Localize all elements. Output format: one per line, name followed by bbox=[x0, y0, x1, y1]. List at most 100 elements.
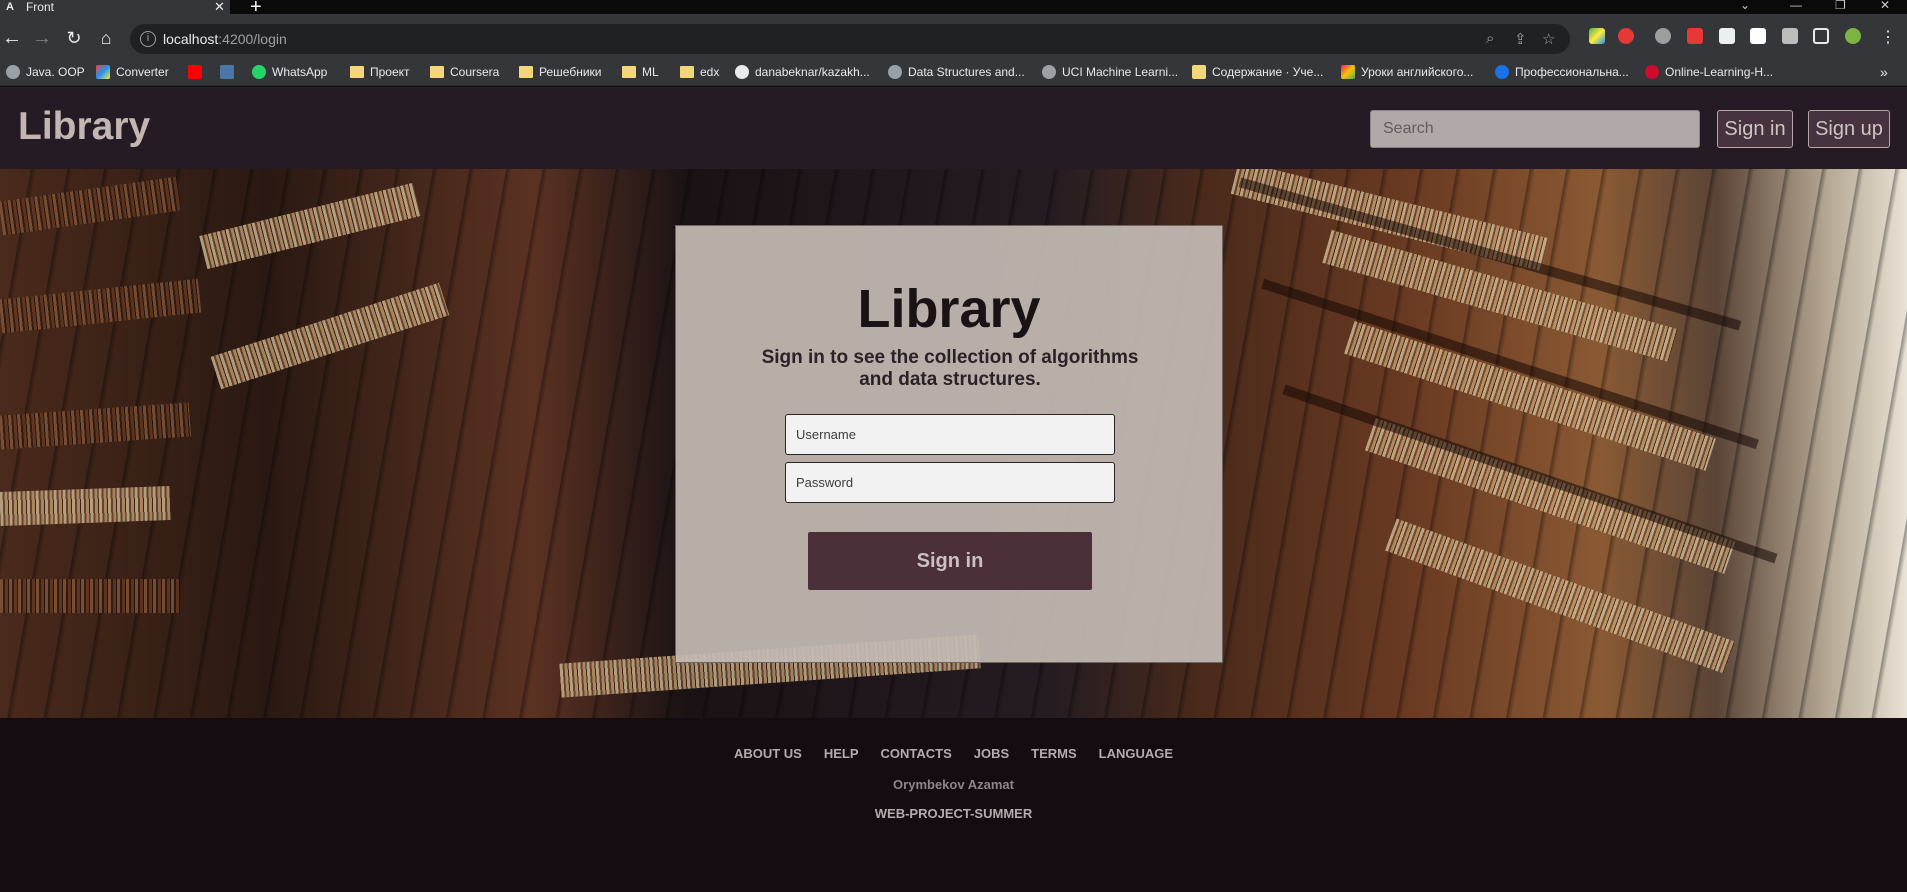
bookmark-label: Профессиональна... bbox=[1515, 65, 1629, 79]
extension-icon[interactable] bbox=[1618, 28, 1634, 44]
bookmark-item[interactable]: edx bbox=[680, 63, 719, 81]
bookshelf-decoration bbox=[0, 278, 202, 334]
flower-icon bbox=[1341, 65, 1355, 79]
password-field[interactable] bbox=[785, 462, 1115, 503]
footer-link-help[interactable]: HELP bbox=[824, 746, 859, 761]
share-icon[interactable]: ⇪ bbox=[1514, 30, 1527, 48]
login-card: Library Sign in to see the collection of… bbox=[675, 225, 1223, 663]
bookmark-item[interactable]: Converter bbox=[96, 63, 169, 81]
window-close-icon[interactable]: ✕ bbox=[1880, 0, 1890, 12]
browser-tab[interactable]: A Front ✕ bbox=[0, 0, 230, 14]
bookmark-label: Online-Learning-H... bbox=[1665, 65, 1774, 79]
tab-search-icon[interactable]: ⌄ bbox=[1740, 0, 1750, 12]
bookmark-label: Содержание · Уче... bbox=[1212, 65, 1324, 79]
extension-icon[interactable] bbox=[1719, 28, 1735, 44]
site-footer: ABOUT US HELP CONTACTS JOBS TERMS LANGUA… bbox=[0, 718, 1907, 892]
bookmark-item[interactable] bbox=[188, 63, 208, 81]
login-subtitle: Sign in to see the collection of algorit… bbox=[761, 347, 1139, 390]
bookmark-item[interactable]: Data Structures and... bbox=[888, 63, 1025, 81]
extension-icon[interactable] bbox=[1655, 28, 1671, 44]
footer-link-about-us[interactable]: ABOUT US bbox=[734, 746, 802, 761]
huawei-icon bbox=[1645, 65, 1659, 79]
folder-icon bbox=[622, 66, 636, 78]
bookmark-item[interactable]: Уроки английского... bbox=[1341, 63, 1473, 81]
bookmark-label: Уроки английского... bbox=[1361, 65, 1474, 79]
bookmark-item[interactable]: Проект bbox=[350, 63, 410, 81]
login-title: Library bbox=[857, 279, 1041, 339]
bookmark-item[interactable]: ML bbox=[622, 63, 659, 81]
bookmark-label: Converter bbox=[116, 65, 169, 79]
footer-link-terms[interactable]: TERMS bbox=[1031, 746, 1077, 761]
extensions-puzzle-icon[interactable] bbox=[1782, 28, 1798, 44]
bookmark-item[interactable]: WhatsApp bbox=[252, 63, 327, 81]
book-icon bbox=[1192, 65, 1206, 79]
converter-icon bbox=[96, 65, 110, 79]
url-path: :4200/login bbox=[218, 31, 287, 47]
forward-icon[interactable]: → bbox=[30, 26, 54, 50]
bookmark-star-icon[interactable]: ☆ bbox=[1542, 30, 1555, 48]
extension-icon[interactable] bbox=[1687, 28, 1703, 44]
youtube-icon bbox=[188, 65, 202, 79]
bookmark-item[interactable]: Содержание · Уче... bbox=[1192, 63, 1323, 81]
bookmark-item[interactable]: danabeknar/kazakh... bbox=[735, 63, 870, 81]
bookmark-label: Data Structures and... bbox=[908, 65, 1025, 79]
reload-icon[interactable]: ↻ bbox=[62, 26, 86, 50]
username-field[interactable] bbox=[785, 414, 1115, 455]
extension-icon[interactable] bbox=[1589, 28, 1605, 44]
vk-icon bbox=[220, 65, 234, 79]
minimize-icon[interactable]: — bbox=[1790, 0, 1802, 12]
folder-icon bbox=[519, 66, 533, 78]
restore-icon[interactable]: ❐ bbox=[1835, 0, 1846, 12]
bookshelf-decoration bbox=[0, 486, 171, 526]
bookmark-item[interactable]: Java. OOP bbox=[6, 63, 85, 81]
bookmark-label: Проект bbox=[370, 65, 410, 79]
footer-link-contacts[interactable]: CONTACTS bbox=[881, 746, 952, 761]
bookmark-label: ML bbox=[642, 65, 659, 79]
footer-nav: ABOUT US HELP CONTACTS JOBS TERMS LANGUA… bbox=[0, 746, 1907, 761]
hero-library-background: Library Sign in to see the collection of… bbox=[0, 169, 1907, 718]
bookshelf-decoration bbox=[0, 402, 191, 450]
footer-link-jobs[interactable]: JOBS bbox=[974, 746, 1009, 761]
bookmark-item[interactable]: Coursera bbox=[430, 63, 499, 81]
extension-icon[interactable] bbox=[1750, 28, 1766, 44]
bookshelf-decoration bbox=[199, 182, 421, 270]
globe-icon bbox=[888, 65, 902, 79]
footer-link-language[interactable]: LANGUAGE bbox=[1099, 746, 1173, 761]
whatsapp-icon bbox=[252, 65, 266, 79]
github-icon bbox=[735, 65, 749, 79]
folder-icon bbox=[680, 66, 694, 78]
bookmarks-overflow-icon[interactable]: » bbox=[1880, 63, 1888, 81]
bookmark-item[interactable]: Online-Learning-H... bbox=[1645, 63, 1773, 81]
bookmark-label: Java. OOP bbox=[26, 65, 85, 79]
avatar[interactable] bbox=[1845, 28, 1861, 44]
home-icon[interactable]: ⌂ bbox=[94, 26, 118, 50]
header-signup-button[interactable]: Sign up bbox=[1808, 110, 1890, 148]
site-info-icon[interactable]: i bbox=[140, 31, 156, 47]
globe-icon bbox=[6, 65, 20, 79]
bookmark-label: Coursera bbox=[450, 65, 500, 79]
tab-close-icon[interactable]: ✕ bbox=[214, 0, 225, 15]
bookmark-label: WhatsApp bbox=[272, 65, 328, 79]
header-signin-button[interactable]: Sign in bbox=[1717, 110, 1793, 148]
signin-submit-button[interactable]: Sign in bbox=[808, 532, 1092, 590]
address-bar[interactable]: i localhost:4200/login ⌕ ⇪ ☆ bbox=[130, 24, 1570, 54]
globe-icon bbox=[1042, 65, 1056, 79]
menu-dots-icon[interactable]: ⋮ bbox=[1876, 26, 1900, 50]
side-panel-icon[interactable] bbox=[1813, 28, 1829, 44]
folder-icon bbox=[350, 66, 364, 78]
back-icon[interactable]: ← bbox=[0, 26, 24, 50]
bookmark-item[interactable] bbox=[220, 63, 240, 81]
bookmark-item[interactable]: UCI Machine Learni... bbox=[1042, 63, 1178, 81]
bookmark-item[interactable]: Решебники bbox=[519, 63, 601, 81]
bookmark-label: UCI Machine Learni... bbox=[1062, 65, 1179, 79]
footer-project: WEB-PROJECT-SUMMER bbox=[874, 806, 1033, 821]
bookshelf-decoration bbox=[0, 176, 182, 236]
site-logo[interactable]: Library bbox=[18, 105, 150, 149]
site-header: Library Sign in Sign up bbox=[0, 87, 1907, 169]
browser-toolbar: ← → ↻ ⌂ i localhost:4200/login ⌕ ⇪ ☆ ⋮ bbox=[0, 14, 1907, 64]
address-url[interactable]: localhost:4200/login bbox=[163, 31, 287, 47]
search-input[interactable] bbox=[1370, 110, 1700, 148]
zoom-icon[interactable]: ⌕ bbox=[1486, 30, 1494, 47]
bookmark-item[interactable]: Профессиональна... bbox=[1495, 63, 1629, 81]
bookshelf-decoration bbox=[0, 579, 180, 613]
